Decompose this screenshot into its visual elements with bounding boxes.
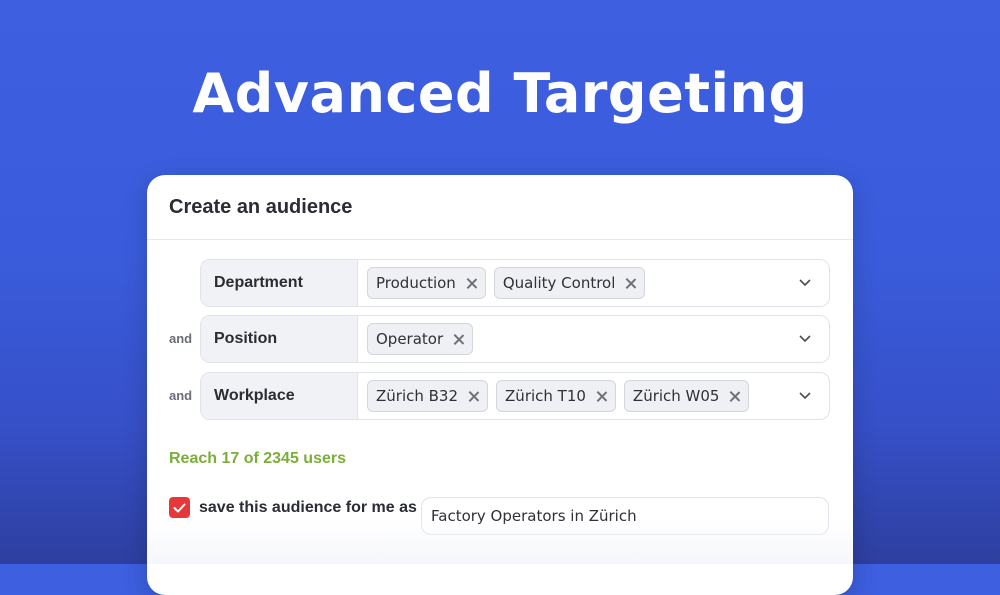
close-icon[interactable] bbox=[453, 334, 464, 345]
close-icon[interactable] bbox=[596, 391, 607, 402]
check-icon bbox=[173, 503, 186, 512]
chip-quality-control: Quality Control bbox=[493, 267, 646, 299]
chevron-down-icon[interactable] bbox=[785, 373, 825, 419]
position-select[interactable]: Position Operator bbox=[200, 315, 830, 363]
chip-zurich-w05: Zürich W05 bbox=[623, 380, 750, 412]
save-audience-label: save this audience for me as bbox=[199, 498, 417, 516]
reach-count: Reach 17 of 2345 users bbox=[169, 450, 346, 467]
workplace-select[interactable]: Workplace Zürich B32 Zürich T10 Zürich W… bbox=[200, 372, 830, 420]
filter-row-position: and Position Operator bbox=[147, 315, 853, 363]
chip-operator: Operator bbox=[367, 323, 474, 355]
chevron-down-icon[interactable] bbox=[785, 316, 825, 362]
chip-label: Zürich W05 bbox=[632, 387, 720, 405]
field-label-workplace: Workplace bbox=[201, 373, 358, 419]
close-icon[interactable] bbox=[468, 391, 479, 402]
filter-joiner: and bbox=[169, 331, 193, 346]
close-icon[interactable] bbox=[466, 278, 477, 289]
card-title: Create an audience bbox=[147, 175, 853, 240]
field-label-department: Department bbox=[201, 260, 358, 306]
chip-list: Zürich B32 Zürich T10 Zürich W05 bbox=[358, 380, 785, 412]
chip-label: Production bbox=[376, 274, 456, 292]
hero-title: Advanced Targeting bbox=[192, 62, 808, 125]
audience-name-input[interactable] bbox=[421, 497, 829, 535]
chip-zurich-b32: Zürich B32 bbox=[367, 380, 489, 412]
audience-card: Create an audience Department Production… bbox=[147, 175, 853, 595]
chip-label: Zürich B32 bbox=[376, 387, 459, 405]
department-select[interactable]: Department Production Quality Control bbox=[200, 259, 830, 307]
chip-zurich-t10: Zürich T10 bbox=[496, 380, 616, 412]
chip-list: Operator bbox=[358, 323, 785, 355]
field-label-position: Position bbox=[201, 316, 358, 362]
close-icon[interactable] bbox=[729, 391, 740, 402]
filter-row-department: Department Production Quality Control bbox=[147, 259, 853, 307]
chevron-down-icon[interactable] bbox=[785, 260, 825, 306]
filter-joiner: and bbox=[169, 388, 193, 403]
filter-row-workplace: and Workplace Zürich B32 Zürich T10 Züri… bbox=[147, 372, 853, 420]
save-audience-row: save this audience for me as bbox=[169, 497, 417, 518]
chip-label: Operator bbox=[376, 330, 444, 348]
close-icon[interactable] bbox=[625, 278, 636, 289]
save-audience-checkbox[interactable] bbox=[169, 497, 190, 518]
chip-label: Quality Control bbox=[502, 274, 616, 292]
chip-production: Production bbox=[367, 267, 486, 299]
chip-label: Zürich T10 bbox=[505, 387, 586, 405]
chip-list: Production Quality Control bbox=[358, 267, 785, 299]
